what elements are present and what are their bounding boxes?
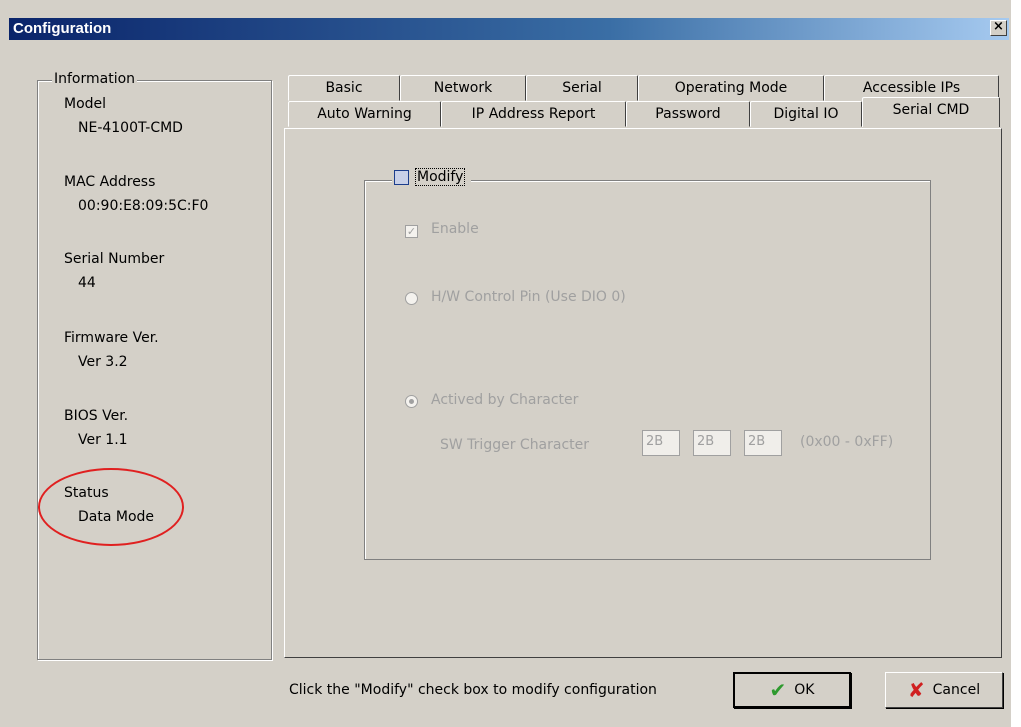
footer-hint: Click the "Modify" check box to modify c… xyxy=(289,682,657,698)
information-panel xyxy=(37,80,272,660)
x-icon: ✘ xyxy=(907,678,925,702)
trigger-char-2-input[interactable]: 2B xyxy=(693,430,731,456)
serial-number-label: Serial Number xyxy=(64,251,165,267)
cancel-label: Cancel xyxy=(932,682,981,698)
serial-number-value: 44 xyxy=(78,275,96,291)
actived-by-character-label: Actived by Character xyxy=(431,392,579,408)
trigger-char-1-input[interactable]: 2B xyxy=(642,430,680,456)
enable-checkbox[interactable]: ✓ xyxy=(405,225,418,238)
mac-address-label: MAC Address xyxy=(64,174,156,190)
cancel-button[interactable]: ✘ Cancel xyxy=(885,672,1003,708)
trigger-char-3-input[interactable]: 2B xyxy=(744,430,782,456)
tab-auto-warning[interactable]: Auto Warning xyxy=(288,101,441,127)
tab-basic[interactable]: Basic xyxy=(288,75,400,101)
configuration-window: Configuration × Information Model NE-410… xyxy=(0,0,1011,727)
enable-label: Enable xyxy=(431,221,479,237)
modify-group-box xyxy=(364,180,931,560)
close-icon[interactable]: × xyxy=(990,20,1007,36)
status-highlight-circle xyxy=(38,468,184,546)
model-value: NE-4100T-CMD xyxy=(78,120,183,136)
actived-by-character-radio[interactable] xyxy=(405,395,418,408)
range-label: (0x00 - 0xFF) xyxy=(800,434,894,450)
ok-button[interactable]: ✔ OK xyxy=(733,672,851,708)
sw-trigger-label: SW Trigger Character xyxy=(440,437,590,453)
tab-network[interactable]: Network xyxy=(400,75,526,101)
bios-value: Ver 1.1 xyxy=(78,432,128,448)
modify-checkbox-box[interactable] xyxy=(394,169,409,185)
modify-label: Modify xyxy=(415,168,466,186)
firmware-label: Firmware Ver. xyxy=(64,330,159,346)
information-legend: Information xyxy=(52,71,138,87)
window-title: Configuration xyxy=(13,20,112,37)
check-icon: ✔ xyxy=(769,678,787,702)
tab-ip-address-report[interactable]: IP Address Report xyxy=(441,101,626,127)
tab-password[interactable]: Password xyxy=(626,101,750,127)
title-bar[interactable]: Configuration × xyxy=(9,18,1009,40)
tab-operating-mode[interactable]: Operating Mode xyxy=(638,75,824,101)
hw-control-pin-radio[interactable] xyxy=(405,292,418,305)
hw-control-pin-label: H/W Control Pin (Use DIO 0) xyxy=(431,289,626,305)
ok-label: OK xyxy=(794,682,815,698)
modify-checkbox[interactable]: Modify xyxy=(392,168,472,186)
bios-label: BIOS Ver. xyxy=(64,408,129,424)
firmware-value: Ver 3.2 xyxy=(78,354,128,370)
tab-serial[interactable]: Serial xyxy=(526,75,638,101)
tab-serial-cmd[interactable]: Serial CMD xyxy=(862,97,1000,127)
tab-digital-io[interactable]: Digital IO xyxy=(750,101,862,127)
model-label: Model xyxy=(64,96,107,112)
mac-address-value: 00:90:E8:09:5C:F0 xyxy=(78,198,209,214)
